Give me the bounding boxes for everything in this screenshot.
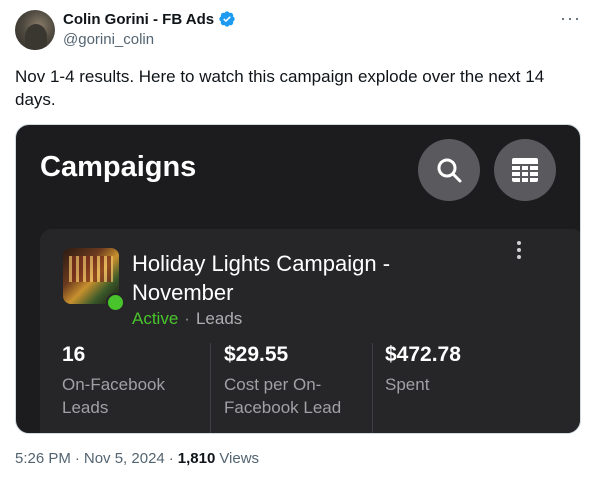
verified-badge-icon [219,11,235,27]
campaign-status: Active [132,309,179,328]
tweet-text: Nov 1-4 results. Here to watch this camp… [15,67,545,109]
views-label: Views [219,450,260,467]
table-icon [512,158,538,182]
table-view-button[interactable] [494,139,556,201]
metric-label: Cost per On-Facebook Lead [224,375,342,417]
tweet-footer: 5:26 PM · Nov 5, 2024 · 1,810 Views [15,450,259,467]
author-name-row: Colin Gorini - FB Ads [63,10,236,28]
search-icon [437,158,462,183]
metric-label: Spent [385,375,430,394]
metric-divider [210,343,211,433]
campaign-objective: Leads [195,309,243,328]
tweet-media-screenshot[interactable]: Campaigns Holiday Lights Campaign - Nove… [15,124,581,434]
campaigns-title: Campaigns [40,151,197,183]
metric-label: On-Facebook Leads [62,375,165,417]
tweet-date[interactable]: Nov 5, 2024 [84,450,165,467]
more-icon[interactable]: ··· [560,8,581,29]
metric-value: $29.55 [224,343,289,366]
metric-spent: $472.78 Spent [385,343,525,396]
campaign-status-row: Active · Leads [132,309,242,329]
search-button[interactable] [418,139,480,201]
metric-value: 16 [62,343,86,366]
metric-value: $472.78 [385,343,461,366]
views-count[interactable]: 1,810 [178,450,216,467]
campaign-card[interactable]: Holiday Lights Campaign - November Activ… [40,229,580,433]
metric-leads: 16 On-Facebook Leads [62,343,202,419]
avatar[interactable] [15,10,55,50]
metric-cost-per-lead: $29.55 Cost per On-Facebook Lead [224,343,364,419]
footer-separator: · [168,450,174,467]
active-status-dot [106,293,125,312]
footer-separator: · [74,450,80,467]
kebab-menu-icon[interactable] [514,241,524,259]
author-display-name[interactable]: Colin Gorini - FB Ads [63,11,214,28]
status-separator: · [184,309,190,328]
tweet-time[interactable]: 5:26 PM [15,450,71,467]
author-handle[interactable]: @gorini_colin [63,31,154,48]
metric-divider [372,343,373,433]
campaign-name[interactable]: Holiday Lights Campaign - November [132,249,462,307]
